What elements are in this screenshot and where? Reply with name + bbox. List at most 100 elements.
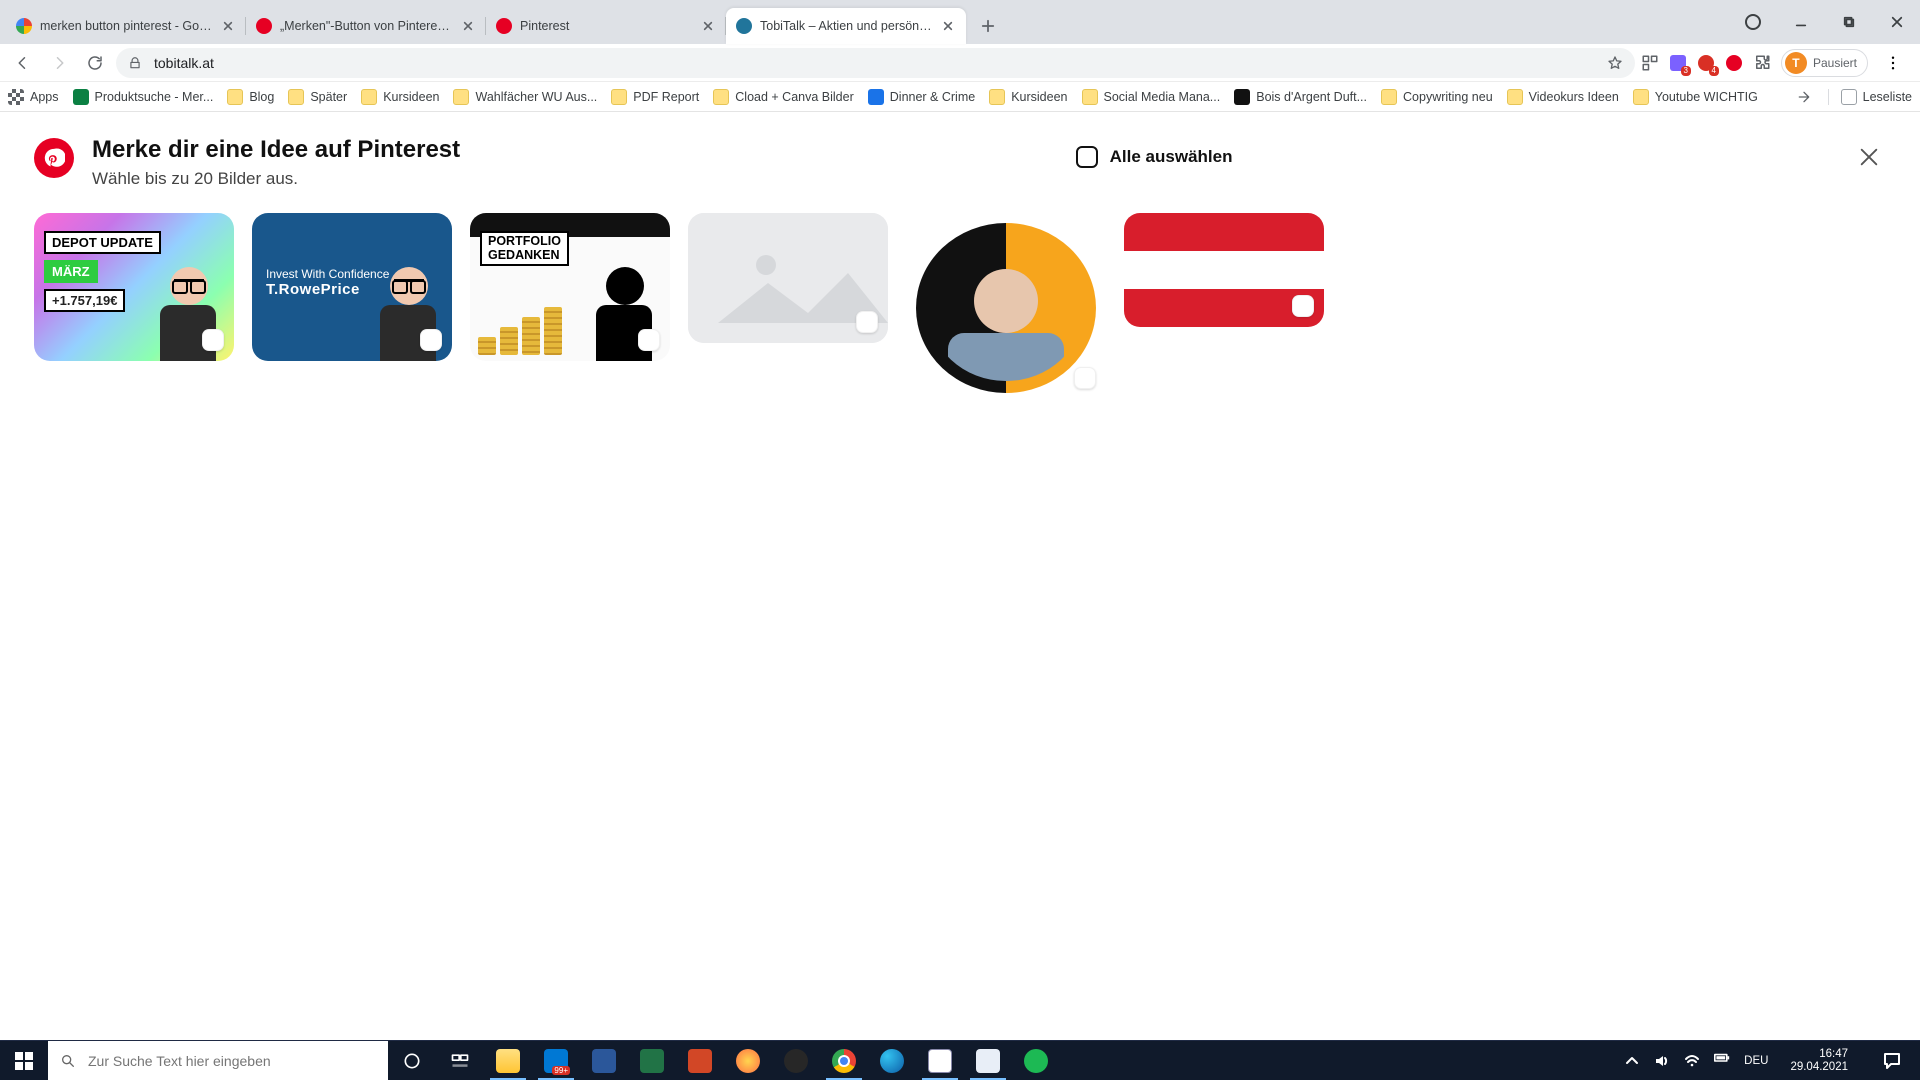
image-select-checkbox[interactable]: [420, 329, 442, 351]
tray-overflow-icon[interactable]: [1624, 1053, 1640, 1069]
profile-status: Pausiert: [1813, 56, 1857, 70]
taskbar-excel[interactable]: [628, 1041, 676, 1080]
bookmark-label: Apps: [30, 90, 59, 104]
image-card-flag-austria[interactable]: [1124, 213, 1324, 327]
volume-icon[interactable]: [1654, 1053, 1670, 1069]
wifi-icon[interactable]: [1684, 1053, 1700, 1069]
pinterest-extension-icon[interactable]: [1725, 54, 1743, 72]
lock-icon: [128, 56, 142, 70]
search-icon: [60, 1053, 76, 1069]
image-card-depot-update[interactable]: DEPOT UPDATE MÄRZ +1.757,19€: [34, 213, 234, 361]
new-tab-button[interactable]: [972, 10, 1004, 42]
taskbar-clock[interactable]: 16:47 29.04.2021: [1782, 1048, 1856, 1072]
image-card-trowe[interactable]: Invest With Confidence T.RowePrice: [252, 213, 452, 361]
browser-menu-button[interactable]: [1878, 48, 1908, 78]
window-maximize-button[interactable]: [1826, 6, 1872, 38]
taskbar-edge[interactable]: [868, 1041, 916, 1080]
tab-close-button[interactable]: [460, 18, 476, 34]
bookmark-apps[interactable]: Apps: [8, 89, 59, 105]
overlay-close-button[interactable]: [1848, 136, 1890, 178]
bookmark-folder[interactable]: Kursideen: [989, 89, 1067, 105]
tab-tobitalk[interactable]: TobiTalk – Aktien und persönlich: [726, 8, 966, 44]
image-card-avatar[interactable]: [906, 213, 1106, 403]
bookmark-label: PDF Report: [633, 90, 699, 104]
bookmark-folder[interactable]: Wahlfächer WU Aus...: [453, 89, 597, 105]
bookmark-folder[interactable]: Blog: [227, 89, 274, 105]
select-all-checkbox[interactable]: [1076, 146, 1098, 168]
back-button[interactable]: [8, 48, 38, 78]
bookmark-folder[interactable]: Später: [288, 89, 347, 105]
thumb-caption: DEPOT UPDATE: [44, 231, 161, 254]
taskbar-spotify[interactable]: [1012, 1041, 1060, 1080]
taskbar-cortana[interactable]: [388, 1041, 436, 1080]
image-select-checkbox[interactable]: [1292, 295, 1314, 317]
bookmark-item[interactable]: Produktsuche - Mer...: [73, 89, 214, 105]
bookmark-folder[interactable]: Copywriting neu: [1381, 89, 1493, 105]
image-card-placeholder[interactable]: [688, 213, 888, 343]
taskbar-obs[interactable]: [772, 1041, 820, 1080]
tab-close-button[interactable]: [940, 18, 956, 34]
address-bar[interactable]: [116, 48, 1635, 78]
action-center-button[interactable]: [1870, 1052, 1914, 1070]
tab-close-button[interactable]: [220, 18, 236, 34]
extension-icon[interactable]: 3: [1669, 54, 1687, 72]
cast-status-icon[interactable]: [1744, 13, 1762, 31]
bookmark-item[interactable]: Dinner & Crime: [868, 89, 975, 105]
reload-button[interactable]: [80, 48, 110, 78]
select-all-toggle[interactable]: Alle auswählen: [1076, 146, 1233, 168]
clock-date: 29.04.2021: [1790, 1061, 1848, 1073]
bookmark-label: Bois d'Argent Duft...: [1256, 90, 1367, 104]
taskbar-search[interactable]: [48, 1041, 388, 1080]
tab-google-search[interactable]: merken button pinterest - Googl: [6, 8, 246, 44]
taskbar-app[interactable]: [724, 1041, 772, 1080]
url-input[interactable]: [152, 54, 1597, 72]
start-button[interactable]: [0, 1041, 48, 1080]
image-select-checkbox[interactable]: [1074, 367, 1096, 389]
taskbar-explorer[interactable]: [484, 1041, 532, 1080]
bookmark-star-icon[interactable]: [1607, 55, 1623, 71]
bookmarks-overflow-button[interactable]: [1794, 89, 1814, 105]
window-minimize-button[interactable]: [1778, 6, 1824, 38]
favicon-pinterest: [256, 18, 272, 34]
image-card-portfolio[interactable]: PORTFOLIO GEDANKEN: [470, 213, 670, 361]
bookmark-folder[interactable]: Videokurs Ideen: [1507, 89, 1619, 105]
taskbar-word[interactable]: [580, 1041, 628, 1080]
bookmark-folder[interactable]: Kursideen: [361, 89, 439, 105]
image-grid: DEPOT UPDATE MÄRZ +1.757,19€ Invest With…: [0, 199, 1920, 417]
folder-icon: [1507, 89, 1523, 105]
tab-pinterest[interactable]: Pinterest: [486, 8, 726, 44]
taskbar-powerpoint[interactable]: [676, 1041, 724, 1080]
extensions-puzzle-icon[interactable]: [1753, 54, 1771, 72]
bookmark-label: Leseliste: [1863, 90, 1912, 104]
battery-icon[interactable]: [1714, 1053, 1730, 1069]
profile-chip[interactable]: T Pausiert: [1781, 49, 1868, 77]
taskbar-search-input[interactable]: [86, 1052, 376, 1070]
qr-icon[interactable]: [1641, 54, 1659, 72]
pinterest-logo-icon: [34, 138, 74, 178]
image-select-checkbox[interactable]: [638, 329, 660, 351]
tab-pinterest-button[interactable]: „Merken"-Button von Pinterest -: [246, 8, 486, 44]
image-select-checkbox[interactable]: [856, 311, 878, 333]
taskbar-notepad[interactable]: [916, 1041, 964, 1080]
window-close-button[interactable]: [1874, 6, 1920, 38]
mail-badge: 99+: [552, 1066, 570, 1075]
tab-close-button[interactable]: [700, 18, 716, 34]
taskbar-chrome[interactable]: [820, 1041, 868, 1080]
reading-list-button[interactable]: Leseliste: [1828, 89, 1912, 105]
forward-button[interactable]: [44, 48, 74, 78]
bookmark-folder[interactable]: Cload + Canva Bilder: [713, 89, 853, 105]
bookmark-item[interactable]: Bois d'Argent Duft...: [1234, 89, 1367, 105]
input-language[interactable]: DEU: [1744, 1055, 1768, 1067]
bookmark-folder[interactable]: PDF Report: [611, 89, 699, 105]
taskbar-app[interactable]: [964, 1041, 1012, 1080]
bookmark-folder[interactable]: Social Media Mana...: [1082, 89, 1221, 105]
folder-icon: [989, 89, 1005, 105]
image-select-checkbox[interactable]: [202, 329, 224, 351]
taskbar-task-view[interactable]: [436, 1041, 484, 1080]
folder-icon: [713, 89, 729, 105]
tab-title: Pinterest: [520, 19, 694, 33]
adblock-icon[interactable]: 4: [1697, 54, 1715, 72]
bookmark-label: Social Media Mana...: [1104, 90, 1221, 104]
bookmark-folder[interactable]: Youtube WICHTIG: [1633, 89, 1758, 105]
taskbar-mail[interactable]: 99+: [532, 1041, 580, 1080]
